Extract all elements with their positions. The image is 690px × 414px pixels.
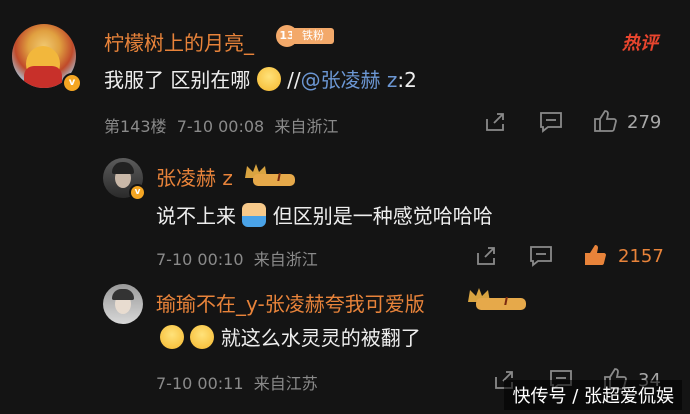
reply-icon[interactable] [539,111,563,133]
comment-meta: 7-10 00:10 来自浙江 [156,246,318,270]
username[interactable]: 张凌赫 z [156,162,233,191]
share-icon[interactable] [475,245,497,267]
comment-time: 7-10 00:08 [176,117,265,136]
username[interactable]: 瑜瑜不在_y-张凌赫夸我可爱版 [156,288,425,317]
comment-text-main: 说不上来 [156,204,236,228]
comment-text-tail: :2 [397,68,417,92]
like-count: 279 [627,112,662,133]
crown-badge-icon: I [466,284,526,310]
hot-comment-tag: 热评 [622,33,658,54]
crown-badge-icon: I [243,160,295,186]
comment-time: 7-10 00:10 [156,250,244,269]
source-watermark: 快传号 / 张超爱侃娱 [504,380,682,410]
comment-text-main: 就这么水灵灵的被翻了 [220,326,421,350]
comment-1: v 柠檬树上的月亮_ 13 铁粉 热评 我服了 区别在哪 //@张凌赫 z:2 … [0,0,690,150]
verified-icon: v [62,73,82,93]
crown-badge-label: I [277,171,282,184]
like-count: 2157 [618,246,664,267]
liked-icon[interactable] [583,243,607,267]
comment-text: 说不上来 但区别是一种感觉哈哈哈 [156,200,493,229]
hair-icon [112,289,134,300]
comment-text: 我服了 区别在哪 //@张凌赫 z:2 [104,64,417,93]
fan-badge-label: 铁粉 [292,28,334,44]
mention-link[interactable]: @张凌赫 z [301,68,398,92]
smile-emoji-icon [256,67,281,91]
verified-icon: v [129,184,146,201]
red-shirt-icon [24,66,62,88]
repost-separator: // [287,68,301,92]
comment-time: 7-10 00:11 [156,374,244,393]
reply-icon[interactable] [529,245,553,267]
like-icon[interactable] [593,109,617,133]
baby-emoji-icon [242,203,267,227]
crown-badge-label: I [504,295,509,308]
comment-meta: 7-10 00:11 来自江苏 [156,370,318,394]
comment-location: 来自浙江 [274,117,339,136]
username[interactable]: 柠檬树上的月亮_ [104,27,254,56]
shy-emoji-icon [190,325,215,349]
comment-text-rest: 但区别是一种感觉哈哈哈 [272,204,493,228]
commenter-avatar[interactable] [103,284,143,324]
comment-location: 来自江苏 [253,374,318,393]
hair-icon [112,162,134,174]
shy-emoji-icon [160,325,184,349]
share-icon[interactable] [484,111,506,133]
fan-badge: 13 铁粉 [276,25,338,47]
comment-meta: 第143楼 7-10 00:08 来自浙江 [104,113,338,137]
comment-text: 就这么水灵灵的被翻了 [160,322,421,351]
reply-1: v 张凌赫 z I 说不上来 但区别是一种感觉哈哈哈 7-10 00:10 来自… [0,150,690,280]
comment-text-main: 我服了 区别在哪 [104,68,251,92]
floor-number: 第143楼 [104,117,167,136]
comment-location: 来自浙江 [253,250,318,269]
